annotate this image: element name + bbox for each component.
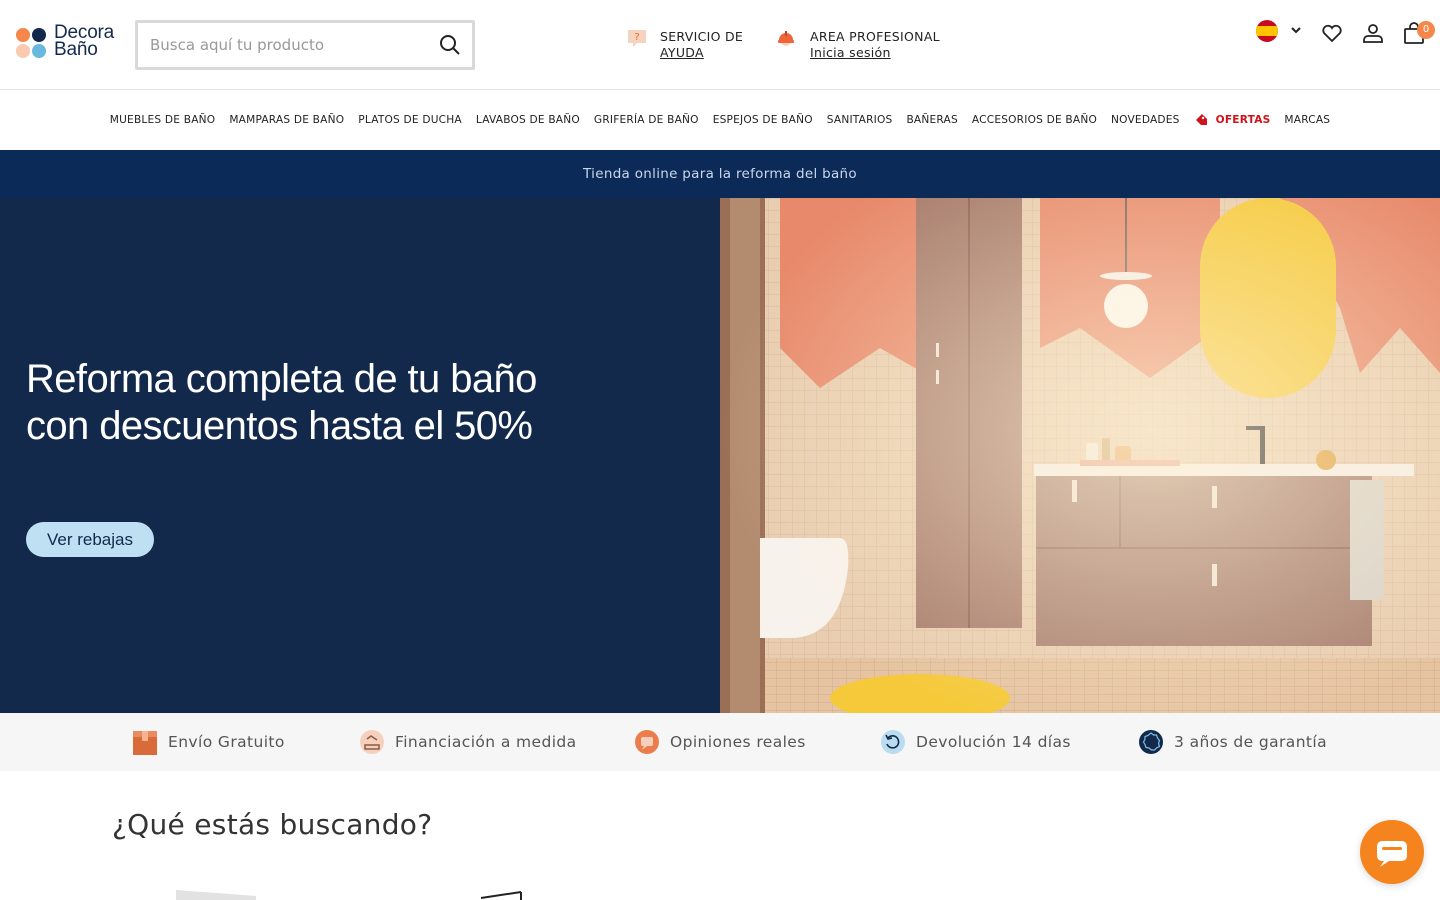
nav-ofertas-label: OFERTAS	[1215, 114, 1271, 126]
chat-icon	[1377, 841, 1407, 867]
chat-button[interactable]	[1360, 820, 1424, 884]
nav-item-lavabos[interactable]: LAVABOS DE BAÑO	[469, 114, 587, 126]
nav-item-marcas[interactable]: MARCAS	[1277, 114, 1337, 126]
svg-text:?: ?	[634, 32, 639, 43]
nav-item-accesorios[interactable]: ACCESORIOS DE BAÑO	[965, 114, 1104, 126]
return-icon	[881, 730, 905, 754]
benefit-garantia: 3 años de garantía	[1138, 724, 1327, 760]
login-link[interactable]: Inicia sesión	[810, 45, 940, 61]
heart-icon[interactable]	[1320, 21, 1344, 45]
hero-title: Reforma completa de tu baño con descuent…	[26, 357, 537, 448]
box-icon	[133, 731, 157, 755]
benefit-devolucion: Devolución 14 días	[880, 724, 1071, 760]
chevron-down-icon[interactable]	[1290, 24, 1302, 36]
category-thumbnail[interactable]	[476, 890, 536, 900]
cart-count-badge: 0	[1417, 21, 1435, 39]
logo-dots-icon	[16, 26, 48, 58]
spain-flag-icon[interactable]	[1256, 20, 1278, 42]
section-title: ¿Qué estás buscando?	[112, 808, 433, 841]
help-bubble-icon: ?	[628, 30, 646, 47]
nav-item-mamparas[interactable]: MAMPARAS DE BAÑO	[222, 114, 351, 126]
benefit-envio: Envío Gratuito	[132, 724, 285, 760]
benefit-label: Devolución 14 días	[916, 733, 1071, 751]
nav-item-griferia[interactable]: GRIFERÍA DE BAÑO	[587, 114, 706, 126]
nav-item-novedades[interactable]: NOVEDADES	[1104, 114, 1187, 126]
search-box	[135, 20, 475, 70]
hero-banner: Reforma completa de tu baño con descuent…	[0, 198, 1440, 713]
site-header: Decora Baño ? SERVICIO DE AYUDA AREA PRO…	[0, 0, 1440, 90]
nav-item-ofertas[interactable]: OFERTAS	[1187, 113, 1278, 127]
benefits-bar: Envío Gratuito Financiación a medida Opi…	[0, 713, 1440, 771]
logo-text: Decora Baño	[54, 22, 115, 60]
price-tag-icon	[1195, 114, 1207, 125]
helmet-icon	[778, 31, 794, 46]
logo[interactable]: Decora Baño	[16, 22, 126, 64]
benefit-financiacion: Financiación a medida	[359, 724, 577, 760]
benefit-opiniones: Opiniones reales	[634, 724, 806, 760]
benefit-label: Financiación a medida	[395, 733, 577, 751]
nav-item-muebles[interactable]: MUEBLES DE BAÑO	[103, 114, 223, 126]
user-icon[interactable]	[1361, 21, 1385, 45]
reviews-icon	[635, 730, 659, 754]
category-thumbnail[interactable]	[176, 888, 266, 900]
hero-bathroom-image[interactable]	[720, 198, 1440, 713]
nav-item-espejos[interactable]: ESPEJOS DE BAÑO	[706, 114, 820, 126]
nav-item-sanitarios[interactable]: SANITARIOS	[820, 114, 900, 126]
help-label: SERVICIO DE	[660, 29, 744, 44]
promo-strip: Tienda online para la reforma del baño	[0, 150, 1440, 198]
search-input[interactable]	[150, 33, 420, 57]
hero-text-panel: Reforma completa de tu baño con descuent…	[0, 198, 720, 713]
warranty-icon	[1139, 730, 1163, 754]
nav-item-baneras[interactable]: BAÑERAS	[899, 114, 964, 126]
benefit-label: 3 años de garantía	[1174, 733, 1328, 751]
benefit-label: Opiniones reales	[670, 733, 806, 751]
benefit-label: Envío Gratuito	[168, 733, 285, 751]
ver-rebajas-button[interactable]: Ver rebajas	[26, 522, 154, 557]
nav-item-platos[interactable]: PLATOS DE DUCHA	[351, 114, 469, 126]
financing-icon	[360, 730, 384, 754]
pro-label: AREA PROFESIONAL	[810, 29, 940, 44]
help-ayuda-link[interactable]: AYUDA	[660, 45, 743, 61]
main-nav: MUEBLES DE BAÑO MAMPARAS DE BAÑO PLATOS …	[0, 91, 1440, 149]
search-icon[interactable]	[438, 33, 462, 57]
